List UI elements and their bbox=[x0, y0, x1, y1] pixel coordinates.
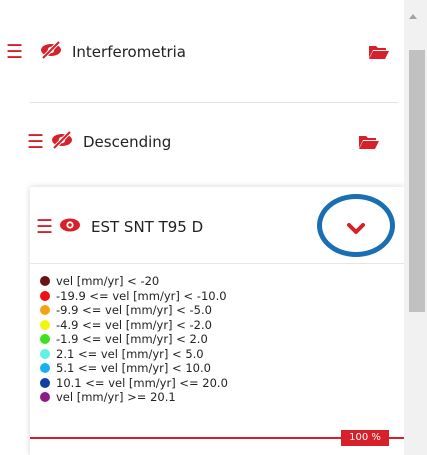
eye-icon[interactable] bbox=[59, 217, 81, 237]
color-swatch bbox=[40, 363, 50, 374]
legend-label: -4.9 <= vel [mm/yr] < -2.0 bbox=[56, 317, 212, 332]
divider bbox=[30, 102, 398, 103]
legend-label: vel [mm/yr] >= 20.1 bbox=[56, 390, 176, 405]
legend-item: -4.9 <= vel [mm/yr] < -2.0 bbox=[40, 318, 228, 333]
scrollbar[interactable] bbox=[404, 0, 427, 455]
legend-label: 5.1 <= vel [mm/yr] < 10.0 bbox=[56, 361, 211, 376]
legend-item: -9.9 <= vel [mm/yr] < -5.0 bbox=[40, 303, 228, 318]
folder-open-icon[interactable] bbox=[368, 44, 390, 64]
group-label: Interferometria bbox=[72, 43, 186, 61]
group-label: Descending bbox=[83, 133, 172, 151]
divider bbox=[30, 263, 404, 264]
layer-group-row[interactable]: ☰ Interferometria bbox=[6, 40, 186, 63]
layer-panel: ☰ Interferometria ☰ Descending ☰ EST SNT… bbox=[0, 0, 404, 455]
color-swatch bbox=[40, 392, 50, 403]
legend-label: -1.9 <= vel [mm/yr] < 2.0 bbox=[56, 332, 208, 347]
legend-label: -9.9 <= vel [mm/yr] < -5.0 bbox=[56, 303, 212, 318]
legend-item: vel [mm/yr] < -20 bbox=[40, 274, 228, 289]
legend-item: -1.9 <= vel [mm/yr] < 2.0 bbox=[40, 332, 228, 347]
legend-item: 10.1 <= vel [mm/yr] <= 20.0 bbox=[40, 376, 228, 391]
legend-item: vel [mm/yr] >= 20.1 bbox=[40, 390, 228, 405]
color-swatch bbox=[40, 276, 50, 287]
legend-label: -19.9 <= vel [mm/yr] < -10.0 bbox=[56, 288, 227, 303]
layer-card: ☰ EST SNT T95 D vel [mm/yr] < -20 -19.9 … bbox=[30, 187, 404, 455]
scroll-up-arrow-icon[interactable] bbox=[409, 14, 417, 19]
color-swatch bbox=[40, 377, 50, 388]
legend-item: 5.1 <= vel [mm/yr] < 10.0 bbox=[40, 361, 228, 376]
folder-open-icon[interactable] bbox=[358, 134, 380, 154]
legend-item: 2.1 <= vel [mm/yr] < 5.0 bbox=[40, 347, 228, 362]
color-swatch bbox=[40, 348, 50, 359]
legend: vel [mm/yr] < -20 -19.9 <= vel [mm/yr] <… bbox=[40, 274, 228, 405]
color-swatch bbox=[40, 319, 50, 330]
eye-slash-icon[interactable] bbox=[40, 40, 62, 63]
drag-handle-icon[interactable]: ☰ bbox=[27, 132, 44, 152]
legend-label: 10.1 <= vel [mm/yr] <= 20.0 bbox=[56, 375, 228, 390]
drag-handle-icon[interactable]: ☰ bbox=[36, 217, 53, 237]
opacity-value[interactable]: 100 % bbox=[341, 430, 389, 446]
layer-label: EST SNT T95 D bbox=[91, 218, 204, 236]
legend-label: 2.1 <= vel [mm/yr] < 5.0 bbox=[56, 346, 204, 361]
layer-row[interactable]: ☰ EST SNT T95 D bbox=[36, 217, 203, 237]
legend-label: vel [mm/yr] < -20 bbox=[56, 274, 160, 289]
chevron-down-icon[interactable] bbox=[347, 221, 365, 240]
legend-item: -19.9 <= vel [mm/yr] < -10.0 bbox=[40, 289, 228, 304]
color-swatch bbox=[40, 334, 50, 345]
layer-group-row[interactable]: ☰ Descending bbox=[27, 130, 172, 153]
color-swatch bbox=[40, 290, 50, 301]
color-swatch bbox=[40, 305, 50, 316]
scrollbar-thumb[interactable] bbox=[409, 50, 425, 312]
drag-handle-icon[interactable]: ☰ bbox=[6, 42, 23, 62]
eye-slash-icon[interactable] bbox=[51, 130, 73, 153]
